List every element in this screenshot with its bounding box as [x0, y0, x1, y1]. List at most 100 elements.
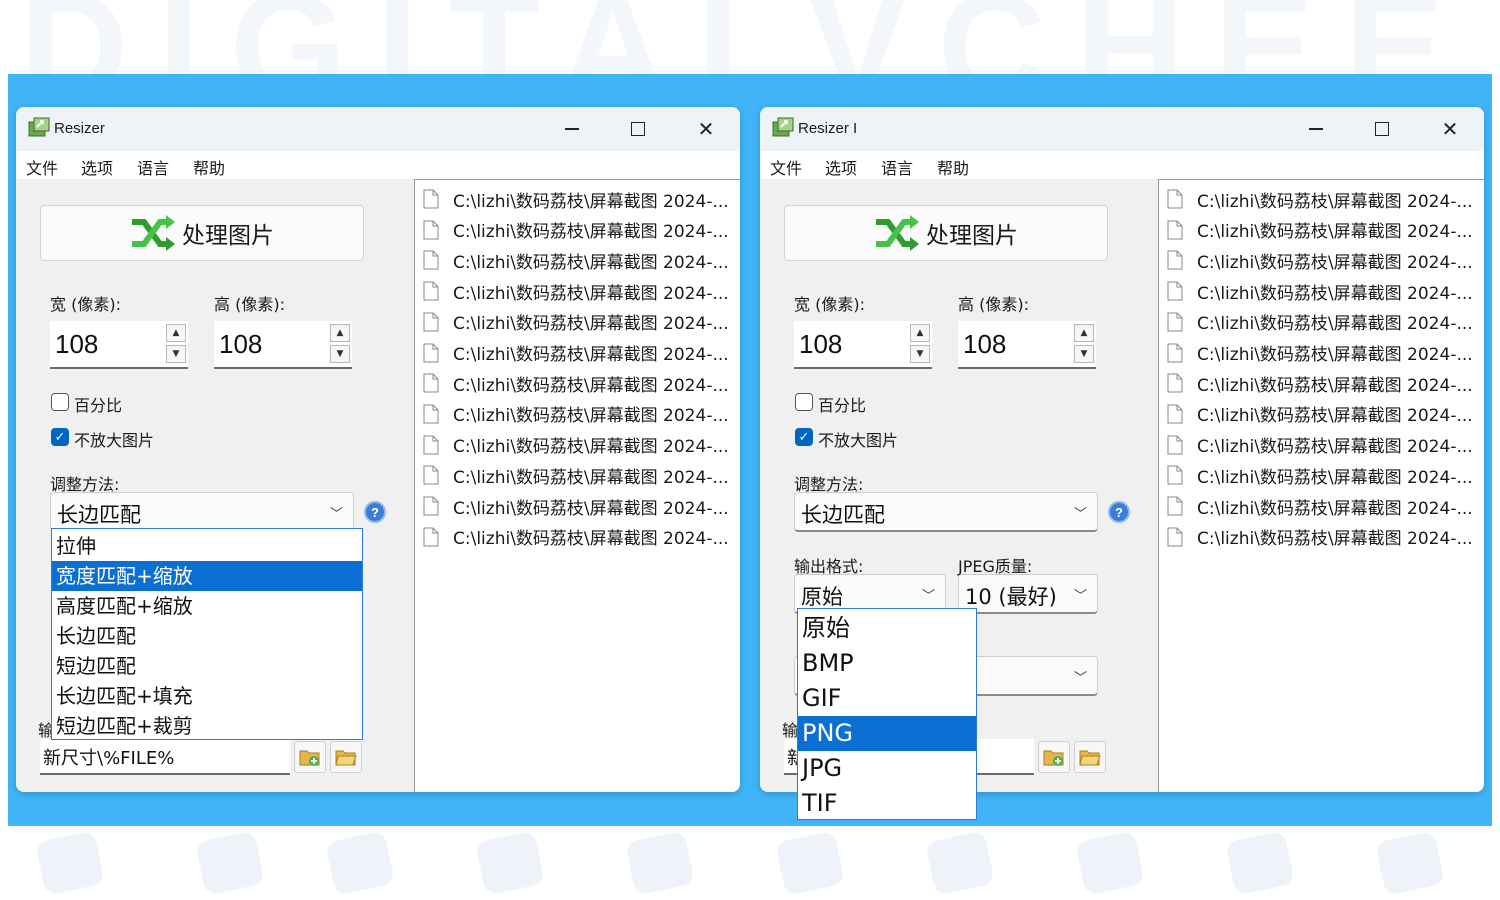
width-increment-button[interactable]: ▲	[166, 324, 186, 342]
file-list-item[interactable]: C:\lizhi\数码荔枝\屏幕截图 2024-...	[1167, 307, 1483, 337]
file-list-item[interactable]: C:\lizhi\数码荔枝\屏幕截图 2024-...	[423, 430, 739, 460]
no-enlarge-checkbox[interactable]: ✓	[51, 428, 69, 446]
menu-options[interactable]: 选项	[81, 155, 113, 179]
file-icon	[423, 220, 439, 240]
height-spinner[interactable]: 108 ▲ ▼	[958, 321, 1096, 369]
method-option[interactable]: 长边匹配	[52, 621, 362, 651]
format-option[interactable]: GIF	[798, 681, 976, 716]
width-spinner[interactable]: 108 ▲ ▼	[794, 321, 932, 369]
file-list-item[interactable]: C:\lizhi\数码荔枝\屏幕截图 2024-...	[423, 522, 739, 552]
add-folder-button[interactable]	[294, 741, 326, 773]
file-icon	[1167, 496, 1183, 516]
menu-help[interactable]: 帮助	[193, 155, 225, 179]
format-option[interactable]: JPG	[798, 751, 976, 786]
file-list-item[interactable]: C:\lizhi\数码荔枝\屏幕截图 2024-...	[1167, 184, 1483, 214]
file-list-item[interactable]: C:\lizhi\数码荔枝\屏幕截图 2024-...	[423, 276, 739, 306]
minimize-button[interactable]	[1294, 113, 1338, 145]
menu-language[interactable]: 语言	[137, 155, 169, 179]
process-images-button[interactable]: 处理图片	[40, 205, 364, 261]
percent-label: 百分比	[818, 396, 867, 415]
file-list-item[interactable]: C:\lizhi\数码荔枝\屏幕截图 2024-...	[423, 184, 739, 214]
jpeg-quality-select[interactable]: 10 (最好) ﹀	[958, 574, 1098, 614]
format-option[interactable]: PNG	[798, 716, 976, 751]
file-list-item[interactable]: C:\lizhi\数码荔枝\屏幕截图 2024-...	[423, 491, 739, 521]
width-decrement-button[interactable]: ▼	[910, 345, 930, 363]
file-list-item[interactable]: C:\lizhi\数码荔枝\屏幕截图 2024-...	[1167, 338, 1483, 368]
percent-checkbox[interactable]	[51, 393, 69, 411]
format-option[interactable]: BMP	[798, 646, 976, 681]
width-decrement-button[interactable]: ▼	[166, 345, 186, 363]
method-option[interactable]: 长边匹配+填充	[52, 681, 362, 711]
height-decrement-button[interactable]: ▼	[1074, 345, 1094, 363]
minimize-icon	[1309, 128, 1323, 130]
file-list-item[interactable]: C:\lizhi\数码荔枝\屏幕截图 2024-...	[1167, 460, 1483, 490]
file-path: C:\lizhi\数码荔枝\屏幕截图 2024-...	[1197, 283, 1473, 304]
file-list-item[interactable]: C:\lizhi\数码荔枝\屏幕截图 2024-...	[423, 368, 739, 398]
file-list[interactable]: C:\lizhi\数码荔枝\屏幕截图 2024-... C:\lizhi\数码荔枝…	[414, 179, 740, 792]
file-list-item[interactable]: C:\lizhi\数码荔枝\屏幕截图 2024-...	[423, 460, 739, 490]
minimize-button[interactable]	[550, 113, 594, 145]
file-list-item[interactable]: C:\lizhi\数码荔枝\屏幕截图 2024-...	[1167, 245, 1483, 275]
close-button[interactable]: ✕	[684, 113, 728, 145]
file-list-item[interactable]: C:\lizhi\数码荔枝\屏幕截图 2024-...	[1167, 399, 1483, 429]
help-icon[interactable]: ?	[1108, 501, 1130, 523]
width-spinner[interactable]: 108 ▲ ▼	[50, 321, 188, 369]
file-list-item[interactable]: C:\lizhi\数码荔枝\屏幕截图 2024-...	[423, 215, 739, 245]
title-bar[interactable]: Resizer ✕	[16, 107, 740, 151]
file-list-item[interactable]: C:\lizhi\数码荔枝\屏幕截图 2024-...	[1167, 276, 1483, 306]
add-folder-button[interactable]	[1038, 741, 1070, 773]
file-list-item[interactable]: C:\lizhi\数码荔枝\屏幕截图 2024-...	[1167, 522, 1483, 552]
menu-options[interactable]: 选项	[825, 155, 857, 179]
width-label: 宽 (像素):	[50, 295, 121, 314]
width-value: 108	[799, 329, 843, 359]
title-bar[interactable]: Resizer I ✕	[760, 107, 1484, 151]
close-button[interactable]: ✕	[1428, 113, 1472, 145]
method-option[interactable]: 高度匹配+缩放	[52, 591, 362, 621]
height-spinner[interactable]: 108 ▲ ▼	[214, 321, 352, 369]
output-path-input[interactable]: 新尺寸\%FILE%	[40, 739, 290, 775]
file-icon	[423, 281, 439, 301]
method-option[interactable]: 拉伸	[52, 531, 362, 561]
method-dropdown-list[interactable]: 拉伸 宽度匹配+缩放 高度匹配+缩放 长边匹配 短边匹配 长边匹配+填充 短边匹配+裁剪	[51, 528, 363, 740]
method-select[interactable]: 长边匹配 ﹀	[50, 492, 354, 532]
percent-checkbox[interactable]	[795, 393, 813, 411]
height-decrement-button[interactable]: ▼	[330, 345, 350, 363]
process-images-button[interactable]: 处理图片	[784, 205, 1108, 261]
file-list-item[interactable]: C:\lizhi\数码荔枝\屏幕截图 2024-...	[423, 245, 739, 275]
help-icon[interactable]: ?	[364, 501, 386, 523]
file-path: C:\lizhi\数码荔枝\屏幕截图 2024-...	[1197, 252, 1473, 273]
menu-file[interactable]: 文件	[770, 155, 802, 179]
format-option[interactable]: 原始	[798, 611, 976, 646]
maximize-button[interactable]	[1360, 113, 1404, 145]
file-list-item[interactable]: C:\lizhi\数码荔枝\屏幕截图 2024-...	[1167, 430, 1483, 460]
file-list-item[interactable]: C:\lizhi\数码荔枝\屏幕截图 2024-...	[423, 399, 739, 429]
maximize-icon	[1375, 122, 1389, 136]
open-folder-button[interactable]	[330, 741, 362, 773]
menu-file[interactable]: 文件	[26, 155, 58, 179]
file-list-item[interactable]: C:\lizhi\数码荔枝\屏幕截图 2024-...	[423, 338, 739, 368]
menu-language[interactable]: 语言	[881, 155, 913, 179]
method-select-value: 长边匹配	[57, 503, 141, 527]
open-folder-button[interactable]	[1074, 741, 1106, 773]
method-option[interactable]: 短边匹配+裁剪	[52, 711, 362, 741]
file-list-item[interactable]: C:\lizhi\数码荔枝\屏幕截图 2024-...	[1167, 215, 1483, 245]
file-list[interactable]: C:\lizhi\数码荔枝\屏幕截图 2024-... C:\lizhi\数码荔枝…	[1158, 179, 1484, 792]
file-path: C:\lizhi\数码荔枝\屏幕截图 2024-...	[1197, 222, 1473, 243]
file-list-item[interactable]: C:\lizhi\数码荔枝\屏幕截图 2024-...	[423, 307, 739, 337]
width-increment-button[interactable]: ▲	[910, 324, 930, 342]
height-increment-button[interactable]: ▲	[330, 324, 350, 342]
chevron-down-icon: ﹀	[921, 589, 935, 604]
menu-help[interactable]: 帮助	[937, 155, 969, 179]
method-option[interactable]: 宽度匹配+缩放	[52, 561, 362, 591]
format-dropdown-list[interactable]: 原始 BMP GIF PNG JPG TIF	[797, 608, 977, 820]
format-option[interactable]: TIF	[798, 786, 976, 821]
height-increment-button[interactable]: ▲	[1074, 324, 1094, 342]
no-enlarge-checkbox[interactable]: ✓	[795, 428, 813, 446]
method-option[interactable]: 短边匹配	[52, 651, 362, 681]
file-path: C:\lizhi\数码荔枝\屏幕截图 2024-...	[453, 314, 729, 335]
file-list-item[interactable]: C:\lizhi\数码荔枝\屏幕截图 2024-...	[1167, 491, 1483, 521]
method-select[interactable]: 长边匹配 ﹀	[794, 492, 1098, 532]
maximize-button[interactable]	[616, 113, 660, 145]
file-list-item[interactable]: C:\lizhi\数码荔枝\屏幕截图 2024-...	[1167, 368, 1483, 398]
width-label: 宽 (像素):	[794, 295, 865, 314]
